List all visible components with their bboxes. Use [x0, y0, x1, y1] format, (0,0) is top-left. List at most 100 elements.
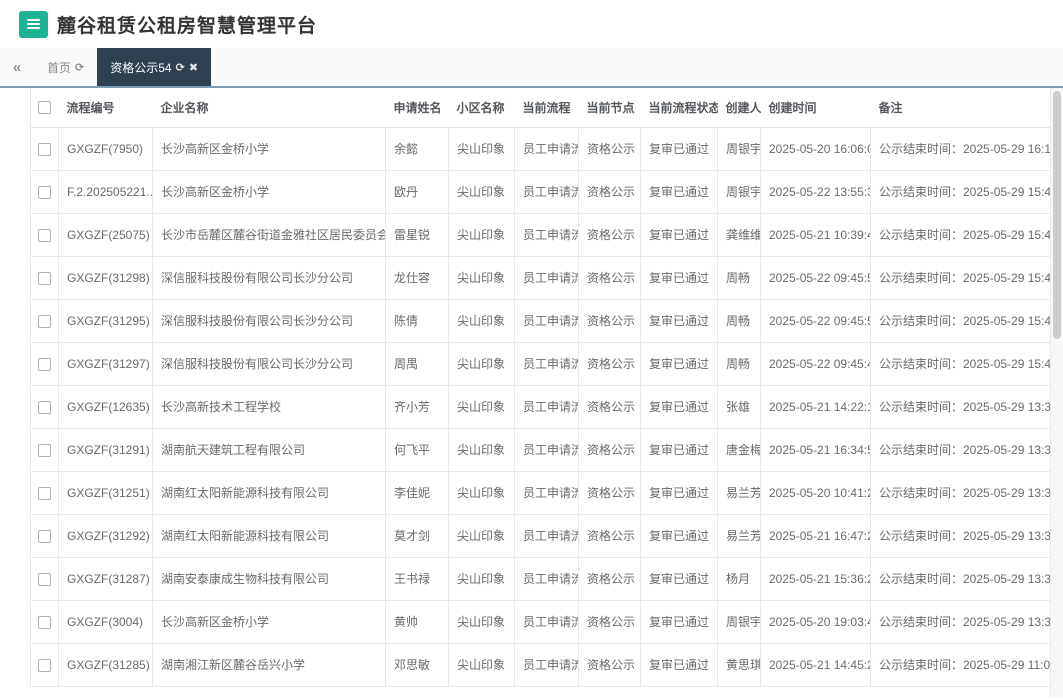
table-cell: 李佳妮: [385, 470, 449, 515]
table-cell: 2025-05-22 13:55:38: [760, 169, 871, 214]
table-cell: 2025-05-20 10:41:22: [760, 470, 871, 515]
table-row[interactable]: F.2.202505221...长沙高新区金桥小学欧丹尖山印象员工申请流程资格公…: [30, 169, 1051, 214]
content-area: 流程编号 企业名称 申请姓名 小区名称 当前流程 当前节点 当前流程状态 创建人 创建时间 备注 …: [0, 88, 1063, 698]
menu-toggle-button[interactable]: [19, 10, 48, 38]
row-checkbox[interactable]: [38, 443, 51, 457]
table-row[interactable]: GXGZF(12635)长沙高新技术工程学校齐小芳尖山印象员工申请流程资格公示复…: [30, 384, 1051, 429]
row-checkbox-cell: [30, 642, 59, 687]
refresh-icon[interactable]: ⟳: [176, 61, 185, 74]
table-row[interactable]: GXGZF(31291)湖南航天建筑工程有限公司何飞平尖山印象员工申请流程资格公…: [30, 427, 1051, 472]
table-row[interactable]: GXGZF(31297)深信服科技股份有限公司长沙分公司周禺尖山印象员工申请流程…: [30, 341, 1051, 386]
row-checkbox[interactable]: [38, 357, 51, 371]
table-cell: 资格公示: [578, 212, 641, 257]
row-checkbox[interactable]: [38, 615, 51, 629]
row-checkbox-cell: [30, 126, 59, 171]
table-cell: GXGZF(12635): [58, 384, 153, 429]
table-cell: 资格公示: [578, 255, 641, 300]
table-row[interactable]: GXGZF(3004)长沙高新区金桥小学黄帅尖山印象员工申请流程资格公示复审已通…: [30, 599, 1051, 644]
table-cell: 公示结束时间：2025-05-29 16:17:17: [870, 126, 1051, 171]
table-cell: 周银宇: [717, 126, 761, 171]
table-cell: 复审已通过: [640, 126, 718, 171]
table-cell: 公示结束时间：2025-05-29 13:39:05: [870, 599, 1051, 644]
table-cell: GXGZF(31295): [58, 298, 153, 343]
row-checkbox-cell: [30, 556, 59, 601]
table-row[interactable]: GXGZF(25075) 长沙市岳麓区麓谷街道金雅社区居民委员会 雷星锐 尖山印象 员工…: [30, 212, 1051, 257]
row-checkbox[interactable]: [38, 400, 51, 414]
column-header: 企业名称: [152, 88, 386, 128]
table-row[interactable]: GXGZF(31287)湖南安泰康成生物科技有限公司王书禄尖山印象员工申请流程资…: [30, 556, 1051, 601]
table-cell: 资格公示: [578, 341, 641, 386]
row-checkbox-cell: [30, 470, 59, 515]
row-checkbox[interactable]: [38, 658, 51, 672]
table-cell: 员工申请流程: [514, 470, 579, 515]
table-cell: 资格公示: [578, 513, 641, 558]
table-cell: 尖山印象: [448, 255, 515, 300]
table-cell: 2025-05-21 16:34:55: [760, 427, 871, 472]
table-cell: 2025-05-21 10:39:48: [760, 212, 871, 257]
table-cell: 资格公示: [578, 642, 641, 687]
row-checkbox[interactable]: [38, 529, 51, 543]
table-cell: 余懿: [385, 126, 449, 171]
table-cell: 复审已通过: [640, 642, 718, 687]
row-checkbox[interactable]: [38, 486, 51, 500]
column-header: 当前流程状态: [640, 88, 718, 128]
table-cell: 公示结束时间：2025-05-29 15:44:44: [870, 169, 1051, 214]
table-cell: 2025-05-22 09:45:45: [760, 341, 871, 386]
row-checkbox-cell: [30, 212, 59, 257]
table-cell: F.2.202505221...: [58, 169, 153, 214]
table-cell: 深信服科技股份有限公司长沙分公司: [152, 298, 386, 343]
table-cell: 尖山印象: [448, 470, 515, 515]
table-cell: 周银宇: [717, 169, 761, 214]
hamburger-icon: [27, 19, 40, 29]
tab-home[interactable]: 首页 ⟳: [34, 48, 97, 86]
table-cell: 尖山印象: [448, 513, 515, 558]
table-cell: 周禺: [385, 341, 449, 386]
table-cell: 深信服科技股份有限公司长沙分公司: [152, 341, 386, 386]
row-checkbox[interactable]: [38, 142, 51, 156]
table-cell: 员工申请流程: [514, 341, 579, 386]
table-cell: 公示结束时间：2025-05-29 13:39:41: [870, 427, 1051, 472]
select-all-checkbox[interactable]: [38, 101, 52, 115]
tab-home-label: 首页: [47, 60, 72, 75]
table-cell: 齐小芳: [385, 384, 449, 429]
table-cell: 尖山印象: [448, 126, 515, 171]
table-cell: 尖山印象: [448, 298, 515, 343]
table-cell: 尖山印象: [448, 556, 515, 601]
collapse-tabs-icon[interactable]: «: [0, 48, 34, 86]
row-checkbox[interactable]: [38, 185, 51, 199]
row-checkbox[interactable]: [38, 572, 51, 586]
table-cell: GXGZF(25075): [58, 212, 153, 257]
refresh-icon[interactable]: ⟳: [75, 61, 84, 74]
scrollbar-thumb[interactable]: [1053, 91, 1061, 339]
table-cell: 公示结束时间：2025-05-29 13:39:15: [870, 556, 1051, 601]
table-cell: 员工申请流程: [514, 513, 579, 558]
table-cell: GXGZF(31251): [58, 470, 153, 515]
table-cell: 资格公示: [578, 599, 641, 644]
table-cell: GXGZF(31292): [58, 513, 153, 558]
table-cell: 湖南红太阳新能源科技有限公司: [152, 470, 386, 515]
row-checkbox[interactable]: [38, 314, 51, 328]
table-cell: 欧丹: [385, 169, 449, 214]
table-cell: GXGZF(31287): [58, 556, 153, 601]
table-row[interactable]: GXGZF(7950)长沙高新区金桥小学余懿尖山印象员工申请流程资格公示复审已通…: [30, 126, 1051, 171]
table-cell: 2025-05-20 19:03:46: [760, 599, 871, 644]
table-row[interactable]: GXGZF(31295)深信服科技股份有限公司长沙分公司陈倩尖山印象员工申请流程…: [30, 298, 1051, 343]
table-cell: 员工申请流程: [514, 384, 579, 429]
table-cell: 公示结束时间：2025-05-29 15:44:11: [870, 298, 1051, 343]
table-cell: 陈倩: [385, 298, 449, 343]
tab-qualification-label: 资格公示54: [110, 60, 172, 75]
tab-qualification-publicity[interactable]: 资格公示54 ⟳ ✖: [97, 48, 212, 86]
table-cell: 2025-05-21 14:45:25: [760, 642, 871, 687]
table-cell: 公示结束时间：2025-05-29 13:39:24: [870, 513, 1051, 558]
table-row[interactable]: GXGZF(31251)湖南红太阳新能源科技有限公司李佳妮尖山印象员工申请流程资…: [30, 470, 1051, 515]
table-row[interactable]: GXGZF(31292)湖南红太阳新能源科技有限公司莫才剑尖山印象员工申请流程资…: [30, 513, 1051, 558]
close-icon[interactable]: ✖: [189, 61, 198, 74]
table-cell: 尖山印象: [448, 599, 515, 644]
row-checkbox[interactable]: [38, 228, 51, 242]
vertical-scrollbar[interactable]: [1050, 88, 1063, 698]
table-cell: 资格公示: [578, 556, 641, 601]
table-row[interactable]: GXGZF(31298)深信服科技股份有限公司长沙分公司龙仕容尖山印象员工申请流…: [30, 255, 1051, 300]
table-row[interactable]: GXGZF(31285)湖南湘江新区麓谷岳兴小学邓思敏尖山印象员工申请流程资格公…: [30, 642, 1051, 687]
row-checkbox[interactable]: [38, 271, 51, 285]
table-cell: 资格公示: [578, 298, 641, 343]
